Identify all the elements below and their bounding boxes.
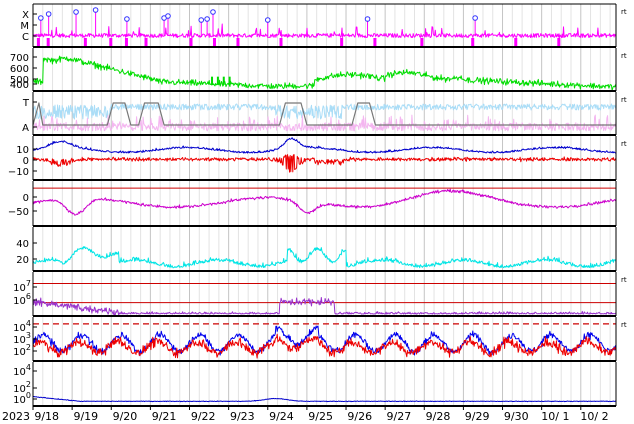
- series-layer: [32, 7, 617, 403]
- panel-corner-mark: rt: [621, 8, 627, 16]
- x-tick-label: 9/28: [426, 410, 451, 423]
- xray-data-gap-bar: [109, 38, 113, 46]
- x-tick-label: 9/22: [191, 410, 216, 423]
- y-tick-label: 104: [13, 363, 31, 378]
- x-tick-label: 9/19: [73, 410, 98, 423]
- x-tick-label: 9/24: [269, 410, 294, 423]
- xray-data-gap-bar: [46, 38, 50, 46]
- y-tick-label: 20: [16, 255, 29, 266]
- flare-marker: [204, 16, 210, 22]
- xray-data-gap-bar: [189, 38, 193, 46]
- xray-data-gap-bar: [279, 38, 283, 46]
- xray-data-gap-bar: [340, 38, 344, 46]
- y-tick-label: 10: [16, 145, 29, 156]
- xray-data-gap-bar: [83, 38, 87, 46]
- density-line: [32, 246, 617, 269]
- y-tick-label: M: [20, 21, 29, 32]
- xray-data-gap-bar: [212, 38, 216, 46]
- x-tick-label: 9/25: [308, 410, 333, 423]
- x-tick-label: 10/ 1: [541, 410, 569, 423]
- x-tick-label: 9/26: [347, 410, 372, 423]
- y-tick-label: 400: [10, 80, 29, 91]
- flare-marker: [472, 15, 478, 21]
- x-tick-label: 9/30: [504, 410, 529, 423]
- y-tick-label: −50: [8, 207, 29, 218]
- xray-data-gap-bar: [144, 38, 148, 46]
- tilt-t-trace: [32, 103, 617, 120]
- wind-speed-burst: [228, 76, 231, 85]
- xray-data-gap-bar: [236, 38, 240, 46]
- x-tick-label: 9/20: [113, 410, 138, 423]
- xray-data-gap-bar: [36, 38, 40, 46]
- panel-corner-mark: rt: [621, 52, 627, 60]
- x-tick-label: 10/ 2: [580, 410, 608, 423]
- flare-marker: [45, 11, 52, 17]
- x-tick-label: 9/29: [465, 410, 490, 423]
- xray-flux-line: [32, 23, 617, 38]
- xray-data-gap-bar: [514, 38, 518, 46]
- panel-corner-mark: rt: [621, 321, 627, 329]
- wind-speed-burst: [216, 76, 219, 85]
- space-weather-chart: 2023 XMCrt700600500400rtTArt100−10rt0−50…: [2, 3, 627, 423]
- flare-marker: [38, 15, 44, 21]
- y-tick-label: A: [22, 123, 29, 134]
- y-tick-label: 0: [23, 156, 29, 167]
- y-tick-label: 40: [16, 239, 29, 250]
- x-tick-label: 9/18: [34, 410, 59, 423]
- bz-line: [32, 154, 617, 173]
- flare-marker: [198, 17, 205, 23]
- xray-data-gap-bar: [124, 38, 128, 46]
- tilt-a-trace: [32, 114, 617, 132]
- panel-corner-mark: rt: [621, 276, 627, 284]
- x-start-label: 2023: [2, 410, 30, 423]
- xray-data-gap-bar: [557, 38, 561, 46]
- panel-corner-mark: rt: [621, 96, 627, 104]
- y-tick-label: 700: [10, 53, 29, 64]
- y-tick-label: T: [22, 98, 30, 109]
- x-tick-label: 9/21: [152, 410, 177, 423]
- wind-speed-burst: [211, 76, 214, 85]
- xray-data-gap-bar: [373, 38, 377, 46]
- flare-marker: [73, 9, 79, 15]
- ion-flux-line: [32, 395, 617, 403]
- y-tick-label: 106: [13, 292, 31, 307]
- wind-speed-line: [32, 55, 617, 92]
- flare-marker: [165, 13, 171, 19]
- y-tick-label: −10: [8, 167, 29, 178]
- y-tick-label: X: [22, 10, 29, 21]
- flare-marker: [364, 16, 371, 22]
- dst-line: [32, 188, 617, 216]
- flare-marker: [92, 7, 99, 13]
- x-tick-label: 9/27: [386, 410, 411, 423]
- electron-flux-line: [32, 297, 617, 317]
- flare-marker: [264, 17, 271, 23]
- xray-data-gap-bar: [420, 38, 424, 46]
- proton-flux-low-line: [32, 333, 616, 359]
- flare-marker: [210, 9, 216, 15]
- y-tick-label: C: [22, 32, 29, 43]
- y-tick-label: 0: [23, 193, 29, 204]
- wind-speed-burst: [222, 76, 225, 85]
- x-tick-label: 9/23: [230, 410, 255, 423]
- y-tick-label: 600: [10, 64, 29, 75]
- bt-line: [32, 137, 617, 154]
- panel-corner-mark: rt: [621, 140, 627, 148]
- xray-data-gap-bar: [471, 38, 475, 46]
- flare-marker: [124, 16, 130, 22]
